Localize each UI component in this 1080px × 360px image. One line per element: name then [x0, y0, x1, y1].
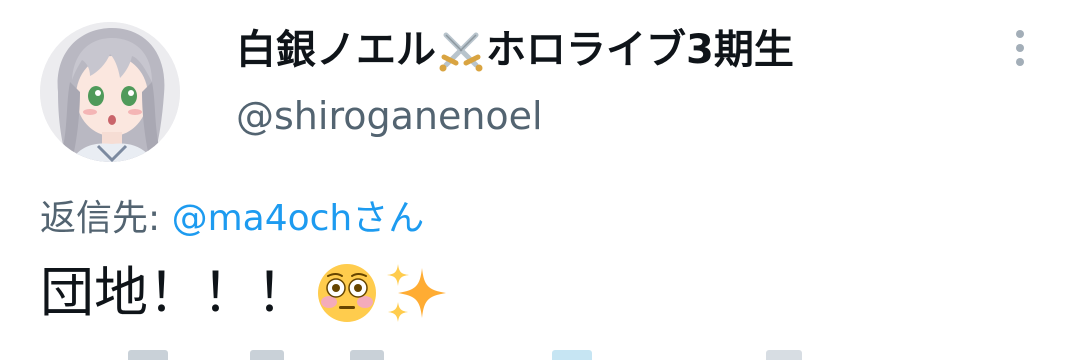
partial-text	[350, 350, 384, 360]
flushed-face-icon	[318, 264, 376, 322]
display-name[interactable]: 白銀ノエル ホロライブ3期生	[236, 24, 794, 76]
tweet: 白銀ノエル ホロライブ3期生 @shiroganenoel 返信先: @ma4o…	[0, 0, 1080, 360]
more-options-button[interactable]	[1006, 28, 1034, 68]
avatar-image	[40, 22, 180, 162]
tweet-text-body: 団地！！！	[40, 261, 310, 324]
reply-prefix: 返信先:	[40, 198, 172, 239]
more-vertical-icon	[1016, 30, 1024, 38]
more-vertical-icon-dot	[1016, 58, 1024, 66]
partial-text	[250, 350, 284, 360]
avatar[interactable]	[40, 22, 180, 162]
user-handle[interactable]: @shiroganenoel	[236, 92, 543, 140]
tweet-text: 団地！！！	[40, 258, 450, 328]
crossed-swords-icon	[439, 32, 483, 72]
reply-mention-link[interactable]: @ma4ochさん	[172, 198, 425, 239]
partial-link	[552, 350, 592, 360]
tweet-actions-partial	[0, 340, 1080, 360]
sparkles-icon	[387, 264, 446, 322]
more-vertical-icon-dot	[1016, 44, 1024, 52]
reply-context: 返信先: @ma4ochさん	[40, 196, 424, 242]
display-name-text: 白銀ノエル	[236, 27, 436, 73]
display-name-suffix: ホロライブ3期生	[486, 27, 794, 73]
partial-text	[766, 350, 802, 360]
partial-text	[128, 350, 168, 360]
